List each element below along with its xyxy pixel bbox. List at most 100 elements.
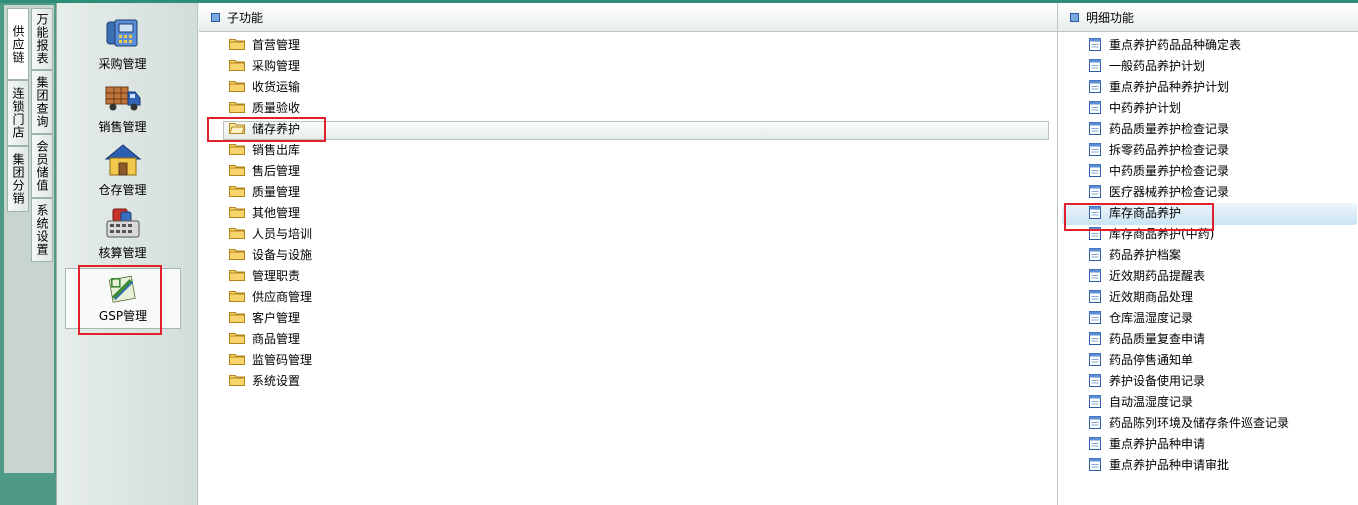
document-icon <box>1089 100 1101 114</box>
detail-function-item[interactable]: 中药养护计划 <box>1088 97 1181 117</box>
folder-icon <box>229 228 245 239</box>
module-gsp[interactable]: GSP管理 <box>65 268 181 329</box>
module-label: 采购管理 <box>98 57 147 71</box>
sub-function-item-label: 监管码管理 <box>252 352 313 367</box>
document-icon <box>1089 247 1101 261</box>
module-column: 采购管理 销售管理 仓存管理 核算管理 GSP管理 <box>56 3 198 505</box>
sub-function-item-label: 设备与设施 <box>252 247 313 262</box>
detail-function-item[interactable]: 养护设备使用记录 <box>1088 370 1205 390</box>
sub-function-item-label: 客户管理 <box>252 310 301 325</box>
folder-icon <box>229 291 245 302</box>
detail-function-item[interactable]: 近效期商品处理 <box>1088 286 1193 306</box>
sub-function-item[interactable]: 其他管理 <box>229 202 300 222</box>
sub-function-item-label: 供应商管理 <box>252 289 313 304</box>
detail-function-item-label: 库存商品养护(中药) <box>1109 226 1215 241</box>
sub-function-item[interactable]: 首营管理 <box>229 34 300 54</box>
detail-function-item-label: 药品质量养护检查记录 <box>1109 121 1230 136</box>
detail-function-item[interactable]: 医疗器械养护检查记录 <box>1088 181 1229 201</box>
detail-function-item[interactable]: 拆零药品养护检查记录 <box>1088 139 1229 159</box>
document-icon <box>1089 415 1101 429</box>
gsp-icon <box>108 275 136 303</box>
module-warehouse[interactable]: 仓存管理 <box>65 139 180 199</box>
sub-function-item[interactable]: 质量管理 <box>229 181 300 201</box>
tab-universal-report[interactable]: 万能报表 <box>31 8 53 70</box>
tab-group-query[interactable]: 集团查询 <box>31 70 53 134</box>
detail-function-item[interactable]: 自动温湿度记录 <box>1088 391 1193 411</box>
sub-function-item-label: 储存养护 <box>252 121 301 136</box>
detail-function-item[interactable]: 重点养护品种申请 <box>1088 433 1205 453</box>
module-accounting[interactable]: 核算管理 <box>65 202 180 262</box>
sub-function-selection <box>223 121 1049 140</box>
sub-function-item[interactable]: 设备与设施 <box>229 244 312 264</box>
detail-function-item[interactable]: 药品质量养护检查记录 <box>1088 118 1229 138</box>
detail-function-item-label: 药品陈列环境及储存条件巡查记录 <box>1109 415 1290 430</box>
document-icon <box>1089 142 1101 156</box>
sub-function-item[interactable]: 售后管理 <box>229 160 300 180</box>
sub-function-item-label: 销售出库 <box>252 142 301 157</box>
folder-icon <box>229 144 245 155</box>
document-icon <box>1089 37 1101 51</box>
sub-function-item[interactable]: 供应商管理 <box>229 286 312 306</box>
sub-function-item[interactable]: 储存养护 <box>229 118 300 138</box>
document-icon <box>1089 331 1101 345</box>
detail-function-item-label: 近效期商品处理 <box>1109 289 1194 304</box>
header-bullet-icon <box>1070 12 1079 22</box>
tab-supply-chain[interactable]: 供应链 <box>7 8 29 80</box>
tab-group-distribution[interactable]: 集团分销 <box>7 146 29 212</box>
document-icon <box>1089 289 1101 303</box>
detail-function-item[interactable]: 药品陈列环境及储存条件巡查记录 <box>1088 412 1289 432</box>
folder-icon <box>229 354 245 365</box>
document-icon <box>1089 226 1101 240</box>
tab-system-settings[interactable]: 系统设置 <box>31 198 53 262</box>
detail-function-header: 明细功能 <box>1058 3 1358 32</box>
sub-function-item[interactable]: 质量验收 <box>229 97 300 117</box>
sub-function-item[interactable]: 收货运输 <box>229 76 300 96</box>
document-icon <box>1089 436 1101 450</box>
tab-member-stored-value[interactable]: 会员储值 <box>31 134 53 198</box>
sub-function-item-label: 人员与培训 <box>252 226 313 241</box>
document-icon <box>1089 184 1101 198</box>
folder-icon <box>229 81 245 92</box>
detail-function-item[interactable]: 重点养护品种养护计划 <box>1088 76 1229 96</box>
sub-function-item[interactable]: 管理职责 <box>229 265 300 285</box>
detail-function-item[interactable]: 药品养护档案 <box>1088 244 1181 264</box>
calculator-icon <box>106 208 139 238</box>
purchase-icon <box>106 19 137 47</box>
detail-function-item[interactable]: 药品停售通知单 <box>1088 349 1193 369</box>
module-label: 销售管理 <box>98 120 147 134</box>
document-icon <box>1089 352 1101 366</box>
sub-function-item-label: 系统设置 <box>252 373 301 388</box>
detail-function-item[interactable]: 近效期药品提醒表 <box>1088 265 1205 285</box>
sub-function-item-label: 质量验收 <box>252 100 301 115</box>
warehouse-icon <box>104 144 141 176</box>
sub-function-item[interactable]: 客户管理 <box>229 307 300 327</box>
detail-function-item[interactable]: 仓库温湿度记录 <box>1088 307 1193 327</box>
sub-function-header: 子功能 <box>199 3 1057 32</box>
sub-function-item[interactable]: 采购管理 <box>229 55 300 75</box>
module-label: 仓存管理 <box>98 183 147 197</box>
detail-function-item[interactable]: 库存商品养护(中药) <box>1088 223 1214 243</box>
sub-function-item-label: 商品管理 <box>252 331 301 346</box>
detail-function-item-label: 重点养护药品品种确定表 <box>1109 37 1242 52</box>
sub-function-item[interactable]: 销售出库 <box>229 139 300 159</box>
detail-function-item[interactable]: 药品质量复查申请 <box>1088 328 1205 348</box>
folder-icon <box>229 375 245 386</box>
detail-function-item[interactable]: 库存商品养护 <box>1088 202 1181 222</box>
tab-chain-store[interactable]: 连锁门店 <box>7 80 29 146</box>
detail-function-item[interactable]: 重点养护药品品种确定表 <box>1088 34 1241 54</box>
detail-function-item[interactable]: 重点养护品种申请审批 <box>1088 454 1229 474</box>
folder-icon <box>229 186 245 197</box>
sub-function-item[interactable]: 系统设置 <box>229 370 300 390</box>
sub-function-item[interactable]: 商品管理 <box>229 328 300 348</box>
detail-function-item[interactable]: 一般药品养护计划 <box>1088 55 1205 75</box>
module-purchase[interactable]: 采购管理 <box>65 13 180 73</box>
detail-function-panel: 明细功能 重点养护药品品种确定表一般药品养护计划 重点养护品种养护计划 中药养护计划… <box>1058 3 1358 505</box>
document-icon <box>1089 121 1101 135</box>
module-label: GSP管理 <box>98 309 148 323</box>
folder-icon <box>229 102 245 113</box>
sub-function-item[interactable]: 监管码管理 <box>229 349 312 369</box>
detail-function-item[interactable]: 中药质量养护检查记录 <box>1088 160 1229 180</box>
module-sales[interactable]: 销售管理 <box>65 76 180 136</box>
folder-icon <box>229 123 245 134</box>
sub-function-item[interactable]: 人员与培训 <box>229 223 312 243</box>
